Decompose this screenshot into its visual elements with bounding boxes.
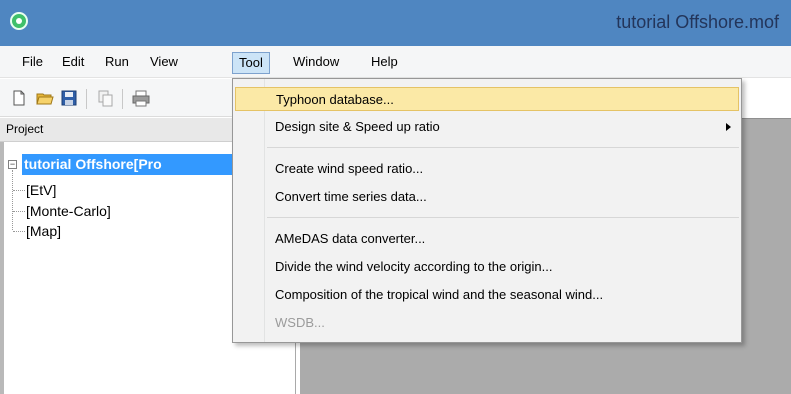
- menu-separator: [267, 147, 739, 148]
- toolbar-separator: [122, 89, 123, 109]
- menu-item-typhoon-database[interactable]: Typhoon database...: [235, 87, 739, 111]
- menu-edit[interactable]: Edit: [56, 52, 90, 74]
- tree-connector: [13, 190, 25, 191]
- menu-item-design-site[interactable]: Design site & Speed up ratio: [235, 115, 739, 139]
- menu-item-composition-tropical-seasonal[interactable]: Composition of the tropical wind and the…: [235, 283, 739, 307]
- tree-root-node[interactable]: tutorial Offshore[Pro: [22, 154, 252, 175]
- menu-item-divide-wind-velocity[interactable]: Divide the wind velocity according to th…: [235, 255, 739, 279]
- collapse-toggle-icon[interactable]: −: [8, 160, 17, 169]
- menu-file[interactable]: File: [16, 52, 49, 74]
- menu-bar: File Edit Run View Tool Window Help: [0, 46, 791, 78]
- save-icon[interactable]: [60, 89, 78, 107]
- tree-connector: [12, 170, 13, 230]
- menu-item-amedas-converter[interactable]: AMeDAS data converter...: [235, 227, 739, 251]
- menu-item-label: Design site & Speed up ratio: [275, 119, 440, 134]
- open-folder-icon[interactable]: [36, 89, 54, 107]
- menu-help[interactable]: Help: [365, 52, 404, 74]
- menu-window[interactable]: Window: [287, 52, 345, 74]
- tree-node-monte-carlo[interactable]: [Monte-Carlo]: [26, 201, 111, 221]
- tree-connector: [13, 231, 25, 232]
- menu-item-convert-time-series[interactable]: Convert time series data...: [235, 185, 739, 209]
- new-file-icon[interactable]: [10, 89, 28, 107]
- menu-item-wsdb: WSDB...: [275, 315, 325, 330]
- title-bar: tutorial Offshore.mof: [0, 0, 791, 46]
- menu-separator: [267, 217, 739, 218]
- menu-run[interactable]: Run: [99, 52, 135, 74]
- window-title: tutorial Offshore.mof: [616, 12, 779, 32]
- app-icon[interactable]: [10, 12, 28, 30]
- menu-view[interactable]: View: [144, 52, 184, 74]
- menu-tool[interactable]: Tool: [232, 52, 270, 74]
- submenu-arrow-icon: [726, 123, 731, 131]
- tree-connector: [13, 211, 25, 212]
- tree-node-map[interactable]: [Map]: [26, 221, 61, 241]
- tool-menu-dropdown: Typhoon database... Design site & Speed …: [232, 78, 742, 343]
- toolbar-separator: [86, 89, 87, 109]
- copy-icon[interactable]: [96, 89, 114, 107]
- menu-item-create-wind-speed-ratio[interactable]: Create wind speed ratio...: [235, 157, 739, 181]
- tree-node-etv[interactable]: [EtV]: [26, 180, 56, 200]
- print-icon[interactable]: [132, 89, 150, 107]
